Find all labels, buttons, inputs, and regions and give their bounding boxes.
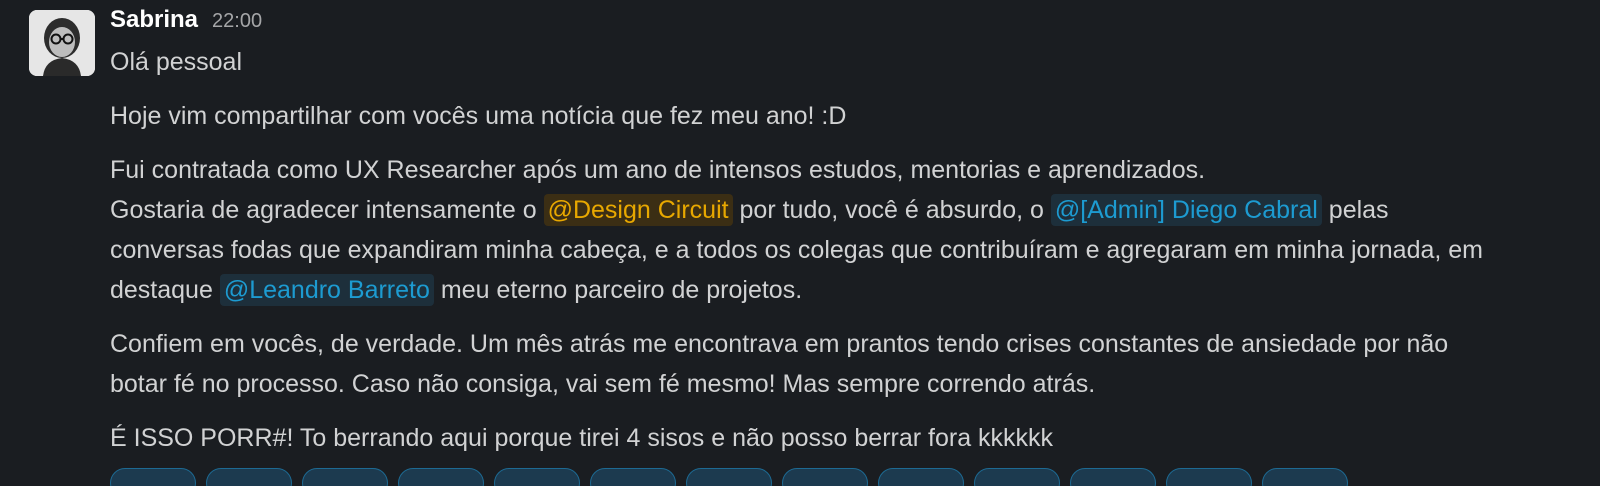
reaction-pill[interactable] (110, 468, 196, 486)
reaction-pill[interactable] (878, 468, 964, 486)
paragraph-text: Hoje vim compartilhar com vocês uma notí… (110, 102, 847, 130)
paragraph-line: Fui contratada como UX Researcher após u… (110, 156, 1206, 184)
paragraph-line: Gostaria de agradecer intensamente o @De… (110, 190, 1580, 230)
reaction-pill[interactable] (1166, 468, 1252, 486)
text-segment: Gostaria de agradecer intensamente o (110, 196, 544, 224)
reaction-pill[interactable] (494, 468, 580, 486)
message-header: Sabrina 22:00 (110, 6, 1580, 42)
message-paragraph: É ISSO PORR#! To berrando aqui porque ti… (110, 418, 1580, 458)
author-name[interactable]: Sabrina (110, 6, 198, 34)
text-segment: pelas (1321, 196, 1389, 224)
reaction-pill[interactable] (782, 468, 868, 486)
reaction-pill[interactable] (1262, 468, 1348, 486)
reactions-bar (110, 468, 1348, 486)
timestamp[interactable]: 22:00 (212, 10, 262, 33)
reaction-pill[interactable] (398, 468, 484, 486)
mention-diego-cabral[interactable]: @[Admin] Diego Cabral (1050, 194, 1322, 226)
text-segment: meu eterno parceiro de projetos. (433, 276, 803, 304)
reaction-pill[interactable] (1070, 468, 1156, 486)
mention-leandro-barreto[interactable]: @Leandro Barreto (219, 274, 434, 306)
paragraph-line: Confiem em vocês, de verdade. Um mês atr… (110, 330, 1449, 358)
text-segment: por tudo, você é absurdo, o (732, 196, 1051, 224)
reaction-pill[interactable] (302, 468, 388, 486)
avatar-photo (29, 10, 95, 76)
message: Sabrina 22:00 Olá pessoal Hoje vim compa… (0, 0, 1600, 486)
paragraph-line: destaque @Leandro Barreto meu eterno par… (110, 270, 1580, 310)
message-paragraph: Olá pessoal (110, 42, 1580, 82)
paragraph-line: conversas fodas que expandiram minha cab… (110, 236, 1483, 264)
greeting-text: Olá pessoal (110, 48, 243, 76)
text-segment: destaque (110, 276, 220, 304)
reaction-pill[interactable] (686, 468, 772, 486)
mention-design-circuit[interactable]: @Design Circuit (543, 194, 733, 226)
reaction-pill[interactable] (206, 468, 292, 486)
message-paragraph: Confiem em vocês, de verdade. Um mês atr… (110, 324, 1580, 404)
paragraph-text: É ISSO PORR#! To berrando aqui porque ti… (110, 424, 1054, 452)
reaction-pill[interactable] (974, 468, 1060, 486)
reaction-pill[interactable] (590, 468, 676, 486)
message-paragraph: Fui contratada como UX Researcher após u… (110, 150, 1580, 310)
avatar[interactable] (29, 10, 95, 76)
message-body: Sabrina 22:00 Olá pessoal Hoje vim compa… (110, 6, 1580, 472)
paragraph-line: botar fé no processo. Caso não consiga, … (110, 370, 1096, 398)
message-paragraph: Hoje vim compartilhar com vocês uma notí… (110, 96, 1580, 136)
